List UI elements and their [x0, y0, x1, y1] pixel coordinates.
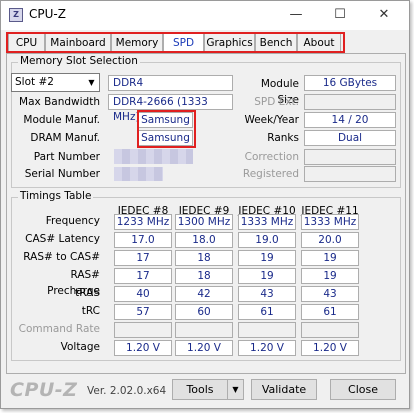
slot-select[interactable]: Slot #2 ▼ [11, 73, 100, 92]
timings-row-label: tRC [81, 305, 100, 317]
timings-cell: 17 [114, 250, 172, 266]
module-size-label: Module Size [260, 78, 299, 106]
module-size-value: 16 GBytes [304, 75, 396, 91]
minimize-button[interactable]: — [274, 1, 318, 30]
timings-cell: 1.20 V [175, 340, 233, 356]
timings-cell: 18 [175, 250, 233, 266]
chevron-down-icon: ▼ [232, 385, 239, 394]
tools-button[interactable]: Tools [172, 379, 228, 400]
timings-cell: 1.20 V [301, 340, 359, 356]
timings-row-label: Voltage [60, 341, 100, 353]
ranks-value: Dual [304, 130, 396, 146]
timings-row-label: RAS# Precharge [47, 269, 100, 297]
week-year-value: 14 / 20 [304, 112, 396, 128]
module-type-value: DDR4 [108, 75, 233, 91]
cpuz-icon: Z [9, 8, 23, 22]
week-year-label: Week/Year [244, 114, 299, 126]
timings-cell: 61 [301, 304, 359, 320]
timings-row-label: CAS# Latency [25, 233, 100, 245]
timings-row-label: Frequency [45, 215, 100, 227]
cpuz-window: Z CPU-Z — ☐ ✕ CPU Mainboard Memory SPD G… [0, 0, 410, 409]
timings-group-title: Timings Table [18, 190, 94, 202]
timings-cell [301, 322, 359, 338]
tab-cpu[interactable]: CPU [8, 33, 45, 53]
timings-cell: 19.0 [238, 232, 296, 248]
max-bandwidth-label: Max Bandwidth [19, 96, 100, 108]
timings-cell: 40 [114, 286, 172, 302]
timings-cell [175, 322, 233, 338]
timings-cell: 17.0 [114, 232, 172, 248]
timings-cell: 19 [301, 250, 359, 266]
tab-graphics[interactable]: Graphics [204, 33, 255, 53]
serial-number-label: Serial Number [24, 168, 100, 180]
correction-value [304, 149, 396, 165]
serial-number-redacted [114, 167, 163, 181]
ranks-label: Ranks [267, 132, 299, 144]
timings-cell: 1300 MHz [175, 214, 233, 230]
timings-row-label: RAS# to CAS# [23, 251, 100, 263]
slot-select-value: Slot #2 [15, 76, 54, 88]
timings-cell: 19 [238, 250, 296, 266]
registered-label: Registered [242, 168, 299, 180]
timings-cell: 1.20 V [238, 340, 296, 356]
spd-ext-value [304, 94, 396, 110]
close-window-button[interactable]: ✕ [362, 1, 406, 30]
timings-cell: 18.0 [175, 232, 233, 248]
tab-mainboard[interactable]: Mainboard [45, 33, 111, 53]
timings-cell: 20.0 [301, 232, 359, 248]
timings-cell: 19 [238, 268, 296, 284]
max-bandwidth-value: DDR4-2666 (1333 MHz) [108, 94, 233, 123]
timings-cell: 57 [114, 304, 172, 320]
timings-cell: 1233 MHz [114, 214, 172, 230]
timings-cell: 18 [175, 268, 233, 284]
version-text: Ver. 2.02.0.x64 [87, 385, 167, 397]
timings-cell: 17 [114, 268, 172, 284]
part-number-redacted [114, 149, 193, 164]
dram-manuf-label: DRAM Manuf. [30, 132, 100, 144]
correction-label: Correction [244, 151, 299, 163]
chevron-down-icon[interactable]: ▼ [84, 74, 99, 91]
module-manuf-value: Samsung [138, 112, 193, 128]
close-button[interactable]: Close [330, 379, 396, 400]
timings-cell [238, 322, 296, 338]
memory-slot-group-title: Memory Slot Selection [18, 55, 140, 67]
timings-cell: 1.20 V [114, 340, 172, 356]
dram-manuf-value: Samsung [138, 130, 193, 146]
timings-cell: 60 [175, 304, 233, 320]
module-manuf-label: Module Manuf. [23, 114, 100, 126]
tab-bar: CPU Mainboard Memory SPD Graphics Bench … [5, 32, 345, 53]
timings-cell: 1333 MHz [301, 214, 359, 230]
timings-row-label: tRAS [75, 287, 100, 299]
maximize-button[interactable]: ☐ [318, 1, 362, 30]
part-number-label: Part Number [33, 151, 100, 163]
timings-cell: 19 [301, 268, 359, 284]
timings-row-label: Command Rate [18, 323, 100, 335]
cpuz-logo: CPU-Z [10, 379, 78, 401]
registered-value [304, 166, 396, 182]
timings-cell: 1333 MHz [238, 214, 296, 230]
spd-ext-label: SPD Ext. [254, 96, 299, 108]
timings-cell: 43 [301, 286, 359, 302]
timings-cell [114, 322, 172, 338]
timings-cell: 61 [238, 304, 296, 320]
title-bar[interactable]: Z CPU-Z — ☐ ✕ [1, 1, 409, 30]
tab-spd[interactable]: SPD [163, 32, 204, 53]
tab-about[interactable]: About [297, 33, 341, 53]
tab-bench[interactable]: Bench [255, 33, 297, 53]
tab-memory[interactable]: Memory [111, 33, 163, 53]
timings-cell: 43 [238, 286, 296, 302]
validate-button[interactable]: Validate [251, 379, 317, 400]
tools-dropdown-button[interactable]: ▼ [227, 379, 244, 400]
window-title: CPU-Z [29, 7, 66, 21]
timings-cell: 42 [175, 286, 233, 302]
